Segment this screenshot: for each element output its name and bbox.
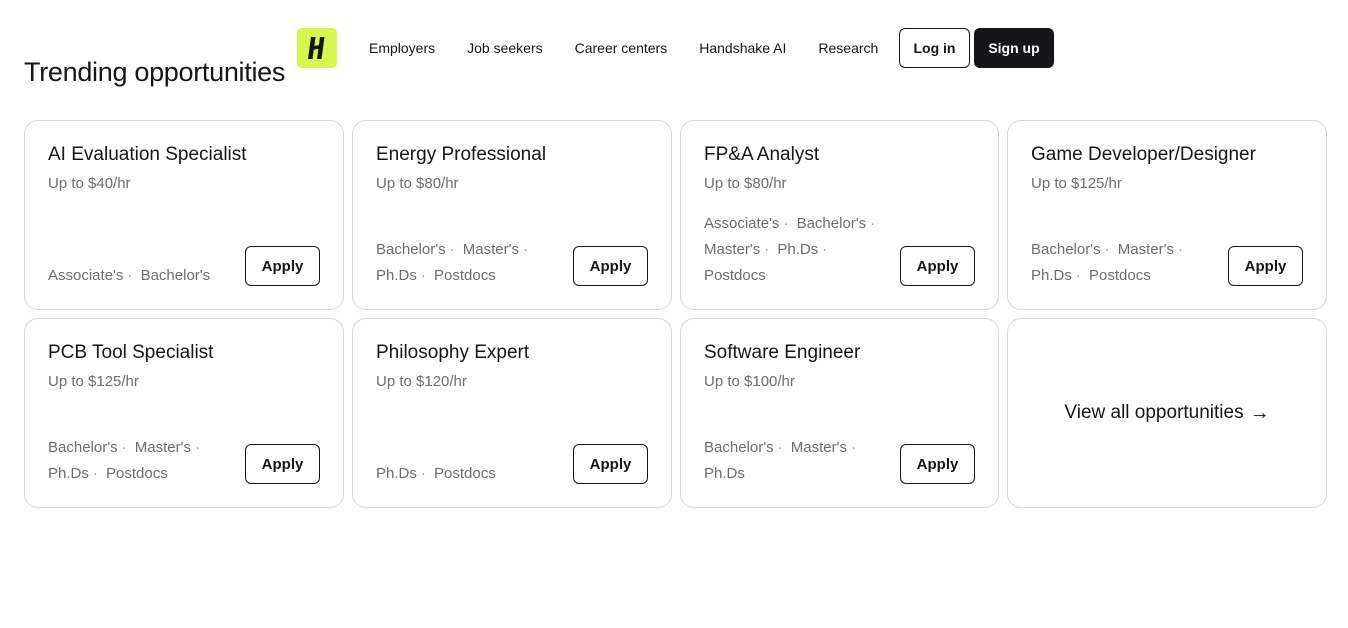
degree-label: Postdocs bbox=[434, 267, 496, 284]
degree-separator: · bbox=[92, 465, 98, 482]
arrow-right-icon: → bbox=[1249, 401, 1270, 424]
degree-separator: · bbox=[1104, 241, 1110, 258]
opportunity-pay: Up to $40/hr bbox=[48, 175, 131, 192]
opportunity-card[interactable]: Software Engineer Up to $100/hr Bachelor… bbox=[680, 318, 999, 508]
degree-separator: · bbox=[870, 215, 876, 232]
degree-label: Master's bbox=[1117, 241, 1174, 258]
degree-separator: · bbox=[449, 241, 455, 258]
degree-label: Postdocs bbox=[106, 465, 168, 482]
degree-label: Bachelor's bbox=[796, 215, 867, 232]
degree-label: Bachelor's bbox=[704, 439, 774, 456]
opportunity-title: AI Evaluation Specialist bbox=[48, 144, 247, 165]
degree-label: Postdocs bbox=[1089, 267, 1151, 284]
apply-button[interactable]: Apply bbox=[245, 444, 320, 484]
apply-button[interactable]: Apply bbox=[900, 444, 975, 484]
opportunity-pay: Up to $100/hr bbox=[704, 373, 795, 390]
apply-button[interactable]: Apply bbox=[900, 246, 975, 286]
degree-label: Master's bbox=[704, 241, 761, 258]
signup-button[interactable]: Sign up bbox=[974, 28, 1054, 68]
opportunity-pay: Up to $80/hr bbox=[704, 175, 787, 192]
view-all-card[interactable]: View all opportunities → bbox=[1007, 318, 1327, 508]
handshake-logo[interactable] bbox=[297, 28, 337, 68]
apply-button[interactable]: Apply bbox=[1228, 246, 1303, 286]
degree-separator: · bbox=[127, 267, 133, 284]
degree-label: Bachelor's bbox=[140, 267, 211, 284]
opportunity-title: Game Developer/Designer bbox=[1031, 144, 1256, 165]
degree-separator: · bbox=[121, 439, 127, 456]
degree-label: Postdocs bbox=[704, 267, 766, 284]
nav-career-centers[interactable]: Career centers bbox=[559, 28, 684, 68]
degree-label: Ph.Ds bbox=[376, 465, 417, 482]
degree-separator: · bbox=[194, 439, 200, 456]
opportunity-title: Software Engineer bbox=[704, 342, 861, 363]
opportunity-degrees: Bachelor's · Master's · Ph.Ds bbox=[704, 435, 889, 487]
main-nav: Employers Job seekers Career centers Han… bbox=[353, 28, 894, 68]
opportunity-pay: Up to $125/hr bbox=[1031, 175, 1122, 192]
degree-separator: · bbox=[822, 241, 828, 258]
degree-separator: · bbox=[522, 241, 528, 258]
opportunity-title: PCB Tool Specialist bbox=[48, 342, 214, 363]
opportunity-card[interactable]: Philosophy Expert Up to $120/hr Ph.Ds · P… bbox=[352, 318, 672, 508]
opportunity-pay: Up to $125/hr bbox=[48, 373, 139, 390]
degree-label: Associate's bbox=[704, 215, 780, 232]
degree-separator: · bbox=[764, 241, 770, 258]
nav-employers[interactable]: Employers bbox=[353, 28, 451, 68]
opportunity-degrees: Ph.Ds · Postdocs bbox=[376, 461, 561, 487]
opportunity-degrees: Bachelor's · Master's · Ph.Ds · Postdocs bbox=[376, 237, 561, 289]
degree-separator: · bbox=[783, 215, 789, 232]
degree-label: Master's bbox=[134, 439, 191, 456]
handshake-logo-icon bbox=[308, 37, 325, 59]
opportunity-degrees: Bachelor's · Master's · Ph.Ds · Postdocs bbox=[48, 435, 233, 487]
nav-job-seekers[interactable]: Job seekers bbox=[451, 28, 558, 68]
opportunity-degrees: Associate's · Bachelor's bbox=[48, 263, 233, 289]
view-all-label: View all opportunities bbox=[1064, 402, 1244, 423]
degree-label: Bachelor's bbox=[376, 241, 446, 258]
opportunity-degrees: Bachelor's · Master's · Ph.Ds · Postdocs bbox=[1031, 237, 1216, 289]
degree-label: Bachelor's bbox=[1031, 241, 1101, 258]
degree-label: Associate's bbox=[48, 267, 124, 284]
opportunity-degrees: Associate's · Bachelor's · Master's · Ph.Ds… bbox=[704, 211, 889, 289]
login-button[interactable]: Log in bbox=[899, 28, 970, 68]
opportunity-title: Philosophy Expert bbox=[376, 342, 530, 363]
apply-button[interactable]: Apply bbox=[245, 246, 320, 286]
degree-separator: · bbox=[420, 267, 426, 284]
degree-separator: · bbox=[850, 439, 856, 456]
opportunity-title: Energy Professional bbox=[376, 144, 547, 165]
page-title: Trending opportunities bbox=[24, 57, 286, 87]
degree-separator: · bbox=[777, 439, 783, 456]
apply-button[interactable]: Apply bbox=[573, 444, 648, 484]
opportunity-card[interactable]: Game Developer/Designer Up to $125/hr Ba… bbox=[1007, 120, 1327, 310]
degree-label: Ph.Ds bbox=[48, 465, 89, 482]
opportunity-card[interactable]: Energy Professional Up to $80/hr Bachelo… bbox=[352, 120, 672, 310]
degree-label: Master's bbox=[462, 241, 519, 258]
degree-label: Ph.Ds bbox=[704, 465, 745, 482]
opportunity-title: FP&A Analyst bbox=[704, 144, 820, 165]
opportunity-pay: Up to $80/hr bbox=[376, 175, 459, 192]
degree-label: Postdocs bbox=[434, 465, 496, 482]
degree-label: Ph.Ds bbox=[1031, 267, 1072, 284]
degree-label: Bachelor's bbox=[48, 439, 118, 456]
opportunity-pay: Up to $120/hr bbox=[376, 373, 467, 390]
degree-label: Master's bbox=[790, 439, 847, 456]
degree-separator: · bbox=[1075, 267, 1081, 284]
nav-research[interactable]: Research bbox=[802, 28, 894, 68]
degree-label: Ph.Ds bbox=[777, 241, 819, 258]
degree-separator: · bbox=[1177, 241, 1183, 258]
opportunity-card[interactable]: PCB Tool Specialist Up to $125/hr Bachel… bbox=[24, 318, 344, 508]
nav-handshake-ai[interactable]: Handshake AI bbox=[683, 28, 802, 68]
opportunity-card[interactable]: FP&A Analyst Up to $80/hr Associate's · B… bbox=[680, 120, 999, 310]
degree-separator: · bbox=[420, 465, 426, 482]
degree-label: Ph.Ds bbox=[376, 267, 417, 284]
opportunity-card[interactable]: AI Evaluation Specialist Up to $40/hr As… bbox=[24, 120, 344, 310]
opportunities-grid: AI Evaluation Specialist Up to $40/hr As… bbox=[24, 120, 1327, 508]
apply-button[interactable]: Apply bbox=[573, 246, 648, 286]
